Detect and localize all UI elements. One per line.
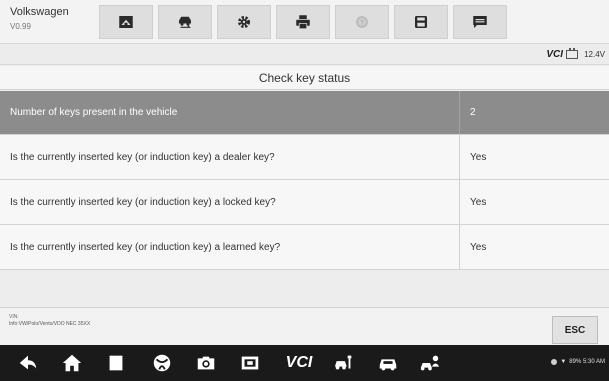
table-cell-question: Is the currently inserted key (or induct… xyxy=(0,225,460,269)
vehicle-info: Info:VW/Polo/Vento/VDO NEC 35XX xyxy=(9,321,91,327)
table-header-row: Number of keys present in the vehicle 2 xyxy=(0,91,609,135)
top-toolbar: Volkswagen V0.99 ? xyxy=(0,0,609,44)
system-status-tray: ▼ 89% 5:30 AM xyxy=(551,359,605,365)
vcl-button[interactable]: VCI xyxy=(276,345,322,381)
settings-icon xyxy=(238,16,250,28)
wifi-icon: ▼ xyxy=(560,359,567,365)
vci-indicator: VCI xyxy=(546,49,563,60)
table-row: Is the currently inserted key (or induct… xyxy=(0,225,609,270)
camera-icon xyxy=(197,356,215,370)
key-status-table: Number of keys present in the vehicle 2 … xyxy=(0,91,609,270)
browser-button[interactable] xyxy=(148,345,176,381)
home-nav-icon xyxy=(62,354,82,372)
browser-icon xyxy=(153,354,171,372)
battery-icon xyxy=(566,48,578,59)
toolbar-buttons: ? xyxy=(99,5,507,39)
camera-button[interactable] xyxy=(192,345,220,381)
table-header-question: Number of keys present in the vehicle xyxy=(0,91,460,134)
brand-name: Volkswagen xyxy=(10,6,69,18)
vehicle-info-bar: VIN: Info:VW/Polo/Vento/VDO NEC 35XX ESC xyxy=(0,307,609,345)
message-icon xyxy=(473,16,487,28)
brand-block: Volkswagen V0.99 xyxy=(10,6,69,31)
connection-status-bar: VCI 12.4V xyxy=(0,45,609,65)
page-title: Check key status xyxy=(0,66,609,90)
recent-apps-button[interactable] xyxy=(102,345,130,381)
table-cell-answer: Yes xyxy=(470,241,487,253)
car-button[interactable] xyxy=(374,345,402,381)
back-arrow-icon xyxy=(19,355,37,370)
vehicle-service-icon xyxy=(334,355,352,370)
car-icon xyxy=(379,359,397,371)
battery-voltage: 12.4V xyxy=(584,50,605,59)
settings-button[interactable] xyxy=(217,5,271,39)
software-version: V0.99 xyxy=(10,22,31,31)
help-icon: ? xyxy=(356,16,368,28)
save-icon xyxy=(415,16,427,28)
esc-button[interactable]: ESC xyxy=(552,316,598,344)
battery-time-text: 89% 5:30 AM xyxy=(569,359,605,365)
home-button[interactable] xyxy=(99,5,153,39)
table-cell-answer: Yes xyxy=(470,196,487,208)
table-cell-question: Is the currently inserted key (or induct… xyxy=(0,135,460,179)
android-navigation-bar: VCI ▼ 89% 5:30 AM xyxy=(0,345,609,381)
screenshot-icon xyxy=(241,356,259,370)
vin-label: VIN: xyxy=(9,314,19,320)
table-header-answer: 2 xyxy=(470,107,476,118)
vehicle-swap-icon xyxy=(179,16,191,28)
table-cell-answer: Yes xyxy=(470,151,487,163)
table-row: Is the currently inserted key (or induct… xyxy=(0,135,609,180)
home-nav-button[interactable] xyxy=(58,345,86,381)
back-button[interactable] xyxy=(14,345,42,381)
help-button[interactable]: ? xyxy=(335,5,389,39)
notification-icon xyxy=(551,359,558,365)
table-row: Is the currently inserted key (or induct… xyxy=(0,180,609,225)
save-button[interactable] xyxy=(394,5,448,39)
vcl-label: VCI xyxy=(285,354,313,371)
screenshot-button[interactable] xyxy=(236,345,264,381)
remote-support-button[interactable] xyxy=(416,345,444,381)
print-button[interactable] xyxy=(276,5,330,39)
print-icon xyxy=(296,15,310,30)
vehicle-swap-button[interactable] xyxy=(158,5,212,39)
home-icon xyxy=(119,16,133,28)
table-cell-question: Is the currently inserted key (or induct… xyxy=(0,180,460,224)
vehicle-service-button[interactable] xyxy=(330,345,358,381)
remote-support-icon xyxy=(420,355,440,371)
message-button[interactable] xyxy=(453,5,507,39)
recent-apps-icon xyxy=(109,355,123,371)
